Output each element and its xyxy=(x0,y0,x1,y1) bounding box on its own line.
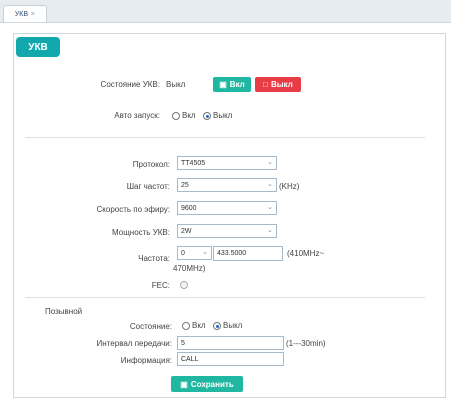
tab-bar: УКВ × xyxy=(0,0,451,23)
autostart-off-radio[interactable] xyxy=(203,112,211,120)
frequency-label: Частота: xyxy=(138,254,170,263)
autostart-off-label: Выкл xyxy=(213,111,233,120)
power-select[interactable]: 2W ⌄ xyxy=(177,224,277,238)
step-value: 25 xyxy=(181,181,189,189)
save-icon: ▣ xyxy=(180,379,188,389)
fec-checkbox[interactable] xyxy=(180,281,188,289)
info-label: Информация: xyxy=(120,356,172,365)
tab-ukv[interactable]: УКВ × xyxy=(3,5,47,22)
power-on-icon: ▣ xyxy=(219,80,227,89)
turn-off-button[interactable]: □ Выкл xyxy=(255,77,301,92)
frequency-band-select[interactable]: 0 ⌄ xyxy=(177,246,212,260)
power-label: Мощность УКВ: xyxy=(111,228,170,237)
autostart-on-label: Вкл xyxy=(182,111,196,120)
airspeed-value: 9600 xyxy=(181,204,197,212)
chevron-down-icon: ⌄ xyxy=(202,249,208,256)
step-unit: (KHz) xyxy=(279,182,300,191)
status-value: Выкл xyxy=(166,80,186,89)
fec-label: FEC: xyxy=(151,281,170,290)
callsign-section-label: Позывной xyxy=(45,307,83,316)
interval-hint: (1---30min) xyxy=(286,339,326,348)
save-button[interactable]: ▣ Сохранить xyxy=(171,376,243,392)
callsign-off-label: Выкл xyxy=(223,321,243,330)
turn-on-label: Вкл xyxy=(229,80,245,89)
frequency-range-start: (410MHz~ xyxy=(287,249,325,258)
autostart-label: Авто запуск: xyxy=(114,111,160,120)
callsign-state-label: Состояние: xyxy=(129,322,172,331)
protocol-select[interactable]: TT4505 ⌄ xyxy=(177,156,277,170)
callsign-on-radio[interactable] xyxy=(182,322,190,330)
tab-close-icon[interactable]: × xyxy=(31,11,35,18)
power-value: 2W xyxy=(181,227,192,235)
interval-input[interactable]: 5 xyxy=(177,336,284,350)
frequency-input[interactable]: 433.5000 xyxy=(213,246,283,261)
turn-on-button[interactable]: ▣ Вкл xyxy=(213,77,251,92)
step-select[interactable]: 25 ⌄ xyxy=(177,178,277,192)
turn-off-label: Выкл xyxy=(271,80,293,89)
info-input[interactable]: CALL xyxy=(177,352,284,366)
chevron-down-icon: ⌄ xyxy=(267,159,273,166)
chevron-down-icon: ⌄ xyxy=(267,181,273,188)
chevron-down-icon: ⌄ xyxy=(267,204,273,211)
save-button-label: Сохранить xyxy=(190,379,234,389)
callsign-off-radio[interactable] xyxy=(213,322,221,330)
protocol-value: TT4505 xyxy=(181,159,206,167)
chevron-down-icon: ⌄ xyxy=(267,227,273,234)
step-label: Шаг частот: xyxy=(126,182,170,191)
airspeed-label: Скорость по эфиру: xyxy=(96,205,171,214)
tab-label: УКВ xyxy=(14,10,29,18)
autostart-on-radio[interactable] xyxy=(172,112,180,120)
section-divider xyxy=(25,297,425,298)
callsign-on-label: Вкл xyxy=(192,321,206,330)
panel-title: УКВ xyxy=(16,37,60,57)
status-label: Состояние УКВ: xyxy=(100,80,160,89)
frequency-band-value: 0 xyxy=(181,249,185,257)
protocol-label: Протокол: xyxy=(132,160,170,169)
interval-label: Интервал передачи: xyxy=(96,339,172,348)
power-off-icon: □ xyxy=(263,80,269,89)
frequency-range-end: 470MHz) xyxy=(173,264,206,273)
airspeed-select[interactable]: 9600 ⌄ xyxy=(177,201,277,215)
section-divider xyxy=(25,137,425,138)
